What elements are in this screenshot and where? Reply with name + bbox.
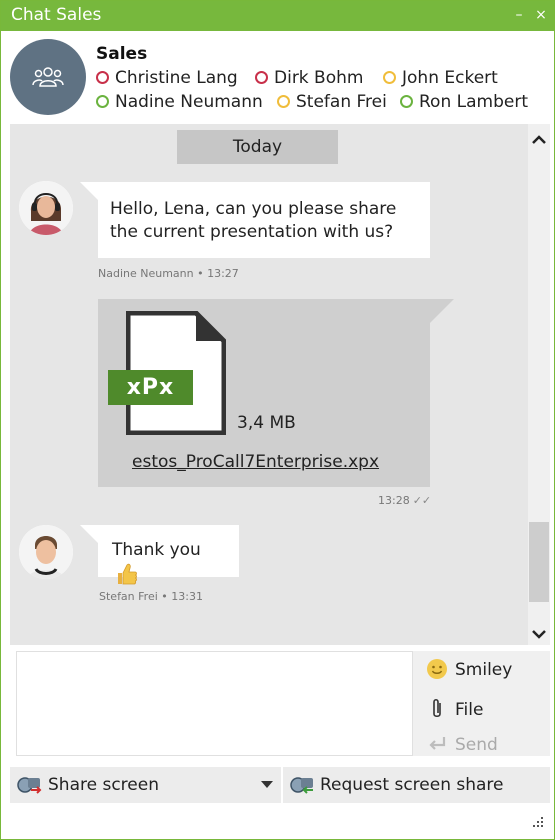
message-bubble[interactable]: Hello, Lena, can you please share the cu… [98,182,430,258]
file-label: File [455,700,484,720]
request-screen-share-label: Request screen share [320,775,504,795]
message-text: Hello, Lena, can you please share the cu… [110,199,397,242]
participant-ron-lambert[interactable]: Ron Lambert [400,92,528,112]
chat-window: Chat Sales – × Sales Christine Lang Dirk… [0,0,555,840]
presence-busy-icon [255,71,268,84]
file-name-link[interactable]: estos_ProCall7Enterprise.xpx [132,452,379,472]
attach-file-button[interactable]: File [425,697,483,721]
request-screen-share-button[interactable]: Request screen share [283,767,550,803]
file-size: 3,4 MB [237,413,296,433]
presence-away-icon [277,95,290,108]
share-screen-label: Share screen [48,775,159,795]
composer-actions: Smiley File Send [413,651,550,756]
participant-john-eckert[interactable]: John Eckert [383,68,498,88]
send-icon [429,737,446,750]
participant-christine-lang[interactable]: Christine Lang [96,68,238,88]
message-meta: Stefan Frei • 13:31 [99,590,203,603]
close-button[interactable]: × [531,4,551,26]
presence-online-icon [400,95,413,108]
window-title: Chat Sales [11,5,102,25]
send-button[interactable]: Send [425,732,498,756]
presence-busy-icon [96,71,109,84]
avatar-nadine-neumann[interactable] [19,181,73,235]
minimize-button[interactable]: – [509,4,529,26]
dropdown-caret-icon[interactable] [261,781,273,788]
message-text: Thank you [112,540,201,560]
file-type-badge: xPx [108,370,193,405]
participant-nadine-neumann[interactable]: Nadine Neumann [96,92,263,112]
resize-grip-icon[interactable] [529,813,545,829]
request-screen-share-icon [290,777,313,794]
message-bubble[interactable]: Thank you [98,525,239,585]
chevron-down-icon[interactable] [531,626,547,642]
group-avatar [10,39,86,115]
read-receipt-icon: ✓✓ [412,494,432,507]
scrollbar-thumb[interactable] [529,522,549,602]
bubble-tail [80,182,98,200]
message-time: 13:28 [378,494,410,507]
share-screen-button[interactable]: Share screen [10,767,281,803]
message-meta: 13:28 ✓✓ [378,494,431,507]
paperclip-icon [433,698,441,718]
smiley-button[interactable]: Smiley [425,657,512,681]
chat-history[interactable]: Today Hello, Lena, can you please share … [10,124,528,645]
chat-scrollbar[interactable] [528,124,550,645]
date-separator: Today [177,130,338,164]
message-input[interactable] [16,651,413,756]
share-screen-icon [17,777,42,794]
bubble-tail [80,525,98,543]
avatar-stefan-frei[interactable] [19,525,73,579]
participant-stefan-frei[interactable]: Stefan Frei [277,92,387,112]
chevron-up-icon[interactable] [531,132,547,148]
smiley-label: Smiley [455,660,513,680]
file-attachment[interactable]: xPx 3,4 MB estos_ProCall7Enterprise.xpx [98,299,430,487]
smiley-icon [427,659,447,679]
group-name: Sales [96,44,148,64]
send-label: Send [455,735,498,755]
group-icon [32,67,64,87]
thumbs-up-icon [118,563,137,585]
bubble-tail [430,299,454,323]
message-meta: Nadine Neumann • 13:27 [98,267,239,280]
title-bar[interactable]: Chat Sales – × [1,1,554,31]
participant-dirk-bohm[interactable]: Dirk Bohm [255,68,363,88]
bottom-toolbar: Share screen Request screen share [10,767,550,803]
presence-online-icon [96,95,109,108]
presence-away-icon [383,71,396,84]
